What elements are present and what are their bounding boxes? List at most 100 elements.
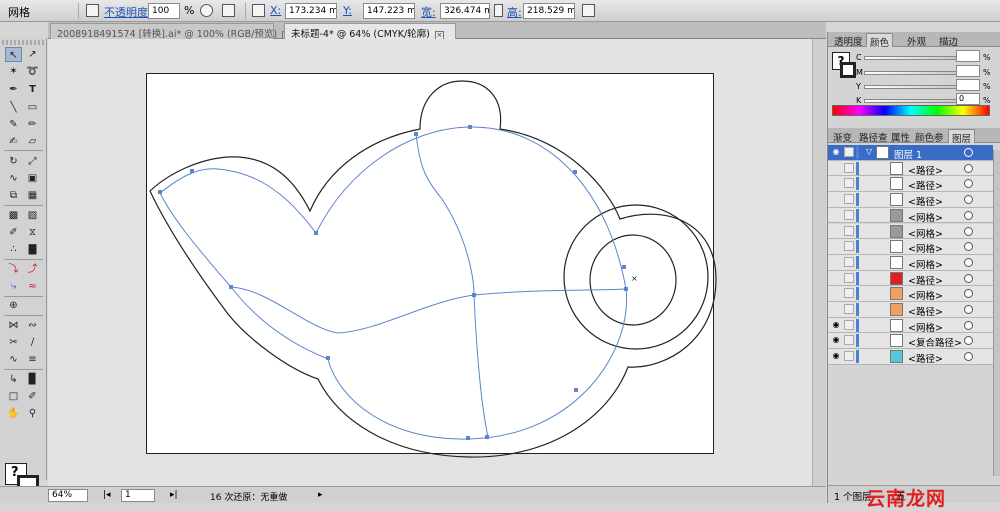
target-circle-icon[interactable] bbox=[964, 226, 973, 236]
lock-toggle[interactable] bbox=[844, 288, 854, 299]
tab-stroke[interactable]: 描边 bbox=[936, 33, 961, 48]
yellow-slider[interactable] bbox=[864, 85, 958, 89]
layer-row[interactable]: <路径> bbox=[828, 176, 993, 192]
magenta-slider[interactable] bbox=[864, 71, 958, 75]
target-circle-icon[interactable] bbox=[964, 242, 973, 252]
status-menu-icon[interactable]: ▸ bbox=[318, 490, 323, 500]
recolor-icon[interactable] bbox=[86, 4, 99, 17]
eye-icon[interactable] bbox=[831, 163, 841, 173]
layer-row[interactable]: <路径> bbox=[828, 270, 993, 287]
pencil-tool-icon[interactable]: ✏ bbox=[24, 117, 41, 132]
layer-row[interactable]: ◉ <网格> bbox=[828, 317, 993, 334]
style-icon[interactable] bbox=[200, 4, 213, 17]
tab-transparency[interactable]: 透明度 bbox=[831, 33, 866, 48]
tab-appearance[interactable]: 外观 bbox=[904, 33, 929, 48]
black-field[interactable]: 0 bbox=[956, 93, 980, 105]
transform-icon[interactable] bbox=[582, 4, 595, 17]
page-field[interactable]: 1 bbox=[121, 489, 155, 502]
eye-icon[interactable] bbox=[831, 288, 841, 298]
width-tool-icon[interactable]: ≈ bbox=[24, 279, 41, 294]
layer-row[interactable]: <路径> bbox=[828, 192, 993, 208]
target-circle-icon[interactable] bbox=[964, 148, 973, 157]
teapot-artwork[interactable]: × bbox=[48, 39, 826, 486]
tab-color[interactable]: 颜色 bbox=[866, 33, 894, 49]
lock-toggle[interactable] bbox=[844, 272, 854, 283]
curvature-tool-icon[interactable]: ⤷ bbox=[5, 279, 22, 294]
opacity-field[interactable]: 100 bbox=[148, 3, 180, 19]
target-circle-icon[interactable] bbox=[964, 336, 973, 346]
cyan-slider[interactable] bbox=[864, 56, 958, 60]
paintbrush-tool-icon[interactable]: ✎ bbox=[5, 117, 22, 132]
tab-gradient[interactable]: 渐变 bbox=[830, 129, 855, 144]
layer-row[interactable]: <路径> bbox=[828, 160, 993, 177]
layer-row-main[interactable]: ◉ ▽ 图层 1 bbox=[828, 145, 993, 161]
x-field[interactable]: 173.234 mm bbox=[285, 3, 337, 19]
target-circle-icon[interactable] bbox=[964, 273, 973, 283]
vertical-scrollbar[interactable] bbox=[812, 39, 826, 486]
zoom-tool-icon[interactable]: ⚲ bbox=[24, 406, 41, 421]
mesh-tool-icon[interactable]: ▩ bbox=[5, 208, 22, 223]
first-page-icon[interactable]: |◂ bbox=[103, 490, 111, 500]
rectangle-tool-icon[interactable]: ▭ bbox=[24, 100, 41, 115]
scissors-tool-icon[interactable]: ✂ bbox=[5, 335, 22, 350]
doc-tab-2[interactable]: 未标题-4* @ 64% (CMYK/轮廓) × bbox=[284, 23, 456, 40]
yellow-field[interactable] bbox=[956, 79, 980, 91]
shape-builder-tool-icon[interactable]: ⧉ bbox=[5, 188, 22, 203]
last-page-icon[interactable]: ▸| bbox=[170, 490, 178, 500]
black-slider[interactable] bbox=[864, 99, 958, 103]
magic-wand-tool-icon[interactable]: ✶ bbox=[5, 64, 22, 79]
lock-toggle[interactable] bbox=[844, 147, 854, 157]
target-circle-icon[interactable] bbox=[964, 195, 973, 205]
align-list-icon[interactable]: ≡ bbox=[24, 352, 41, 367]
target-circle-icon[interactable] bbox=[964, 179, 973, 189]
eye-icon[interactable] bbox=[831, 178, 841, 188]
rectangle-grid-tool-icon[interactable]: □ bbox=[5, 389, 22, 404]
graph-tool-icon[interactable]: ▉ bbox=[24, 372, 41, 387]
slice-tool-icon[interactable]: ⋈ bbox=[5, 318, 22, 333]
zigzag-tool-icon[interactable]: ∿ bbox=[5, 352, 22, 367]
artboard-tool-icon[interactable]: ⊕ bbox=[5, 298, 22, 313]
magenta-field[interactable] bbox=[956, 65, 980, 77]
lock-toggle[interactable] bbox=[844, 335, 854, 346]
width-field[interactable]: 326.474 mi bbox=[440, 3, 490, 19]
layer-row[interactable]: <网格> bbox=[828, 286, 993, 302]
lock-toggle[interactable] bbox=[844, 225, 854, 236]
direct-selection-tool-icon[interactable]: ↗ bbox=[24, 47, 41, 62]
eye-icon[interactable] bbox=[831, 210, 841, 220]
eye-icon[interactable] bbox=[831, 226, 841, 236]
lock-toggle[interactable] bbox=[844, 256, 854, 267]
line-tool-icon[interactable]: ╲ bbox=[5, 100, 22, 115]
link-icon[interactable] bbox=[494, 4, 503, 17]
blend-tool-icon[interactable]: ⧖ bbox=[24, 225, 41, 240]
color-spectrum[interactable] bbox=[832, 105, 990, 116]
scale-tool-icon[interactable]: ⤢ bbox=[24, 154, 41, 169]
target-circle-icon[interactable] bbox=[964, 289, 973, 299]
target-circle-icon[interactable] bbox=[964, 210, 973, 220]
layer-row[interactable]: <网格> bbox=[828, 239, 993, 255]
rotate-tool-icon[interactable]: ↻ bbox=[5, 154, 22, 169]
eye-icon[interactable]: ◉ bbox=[831, 351, 841, 361]
layer-row[interactable]: <网格> bbox=[828, 254, 993, 271]
lock-toggle[interactable] bbox=[844, 319, 854, 330]
eye-icon[interactable]: ◉ bbox=[831, 147, 841, 157]
selection-tool-icon[interactable]: ↖ bbox=[5, 47, 22, 62]
tab-attributes[interactable]: 属性 bbox=[888, 129, 913, 144]
lock-toggle[interactable] bbox=[844, 304, 854, 314]
gradient-tool-icon[interactable]: ▨ bbox=[24, 208, 41, 223]
target-circle-icon[interactable] bbox=[964, 320, 973, 330]
live-paint-bucket-tool-icon[interactable]: ⤵ bbox=[5, 262, 22, 277]
column-graph-tool-icon[interactable]: ▇ bbox=[24, 242, 41, 257]
reference-point-icon[interactable] bbox=[252, 4, 265, 17]
layer-row[interactable]: <路径> bbox=[828, 302, 993, 318]
eye-icon[interactable]: ◉ bbox=[831, 320, 841, 330]
eye-icon[interactable]: ◉ bbox=[831, 335, 841, 345]
layer-row[interactable]: <网格> bbox=[828, 207, 993, 224]
lock-toggle[interactable] bbox=[844, 351, 854, 362]
doc-tab-1[interactable]: 2008918491574 [转换].ai* @ 100% (RGB/预览)× bbox=[50, 23, 292, 40]
layer-row[interactable]: <网格> bbox=[828, 223, 993, 240]
expand-arrow-icon[interactable]: ▽ bbox=[866, 147, 872, 156]
eye-icon[interactable] bbox=[831, 194, 841, 204]
lock-toggle[interactable] bbox=[844, 194, 854, 205]
hand-tool-icon[interactable]: ✋ bbox=[5, 406, 22, 421]
target-circle-icon[interactable] bbox=[964, 352, 973, 362]
